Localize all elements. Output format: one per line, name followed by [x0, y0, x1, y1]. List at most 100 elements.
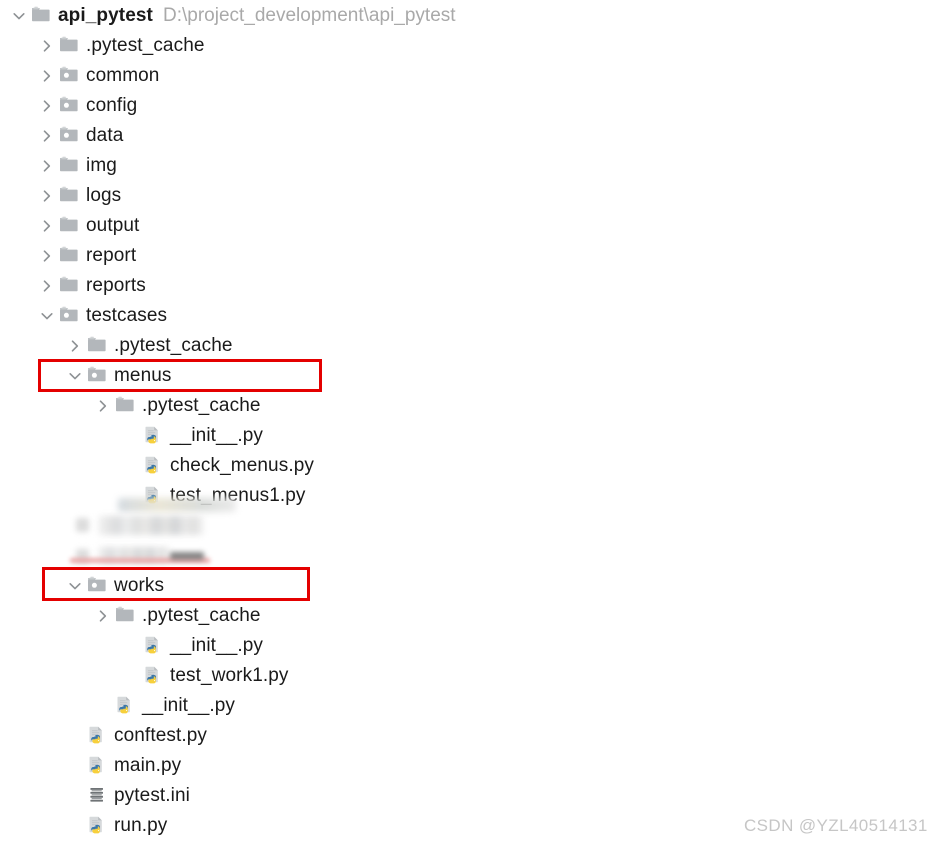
chevron-right-icon[interactable] — [36, 121, 58, 151]
indent-spacer — [0, 226, 36, 227]
tree-row[interactable]: .pytest_cache — [0, 331, 931, 361]
tree-row[interactable]: .pytest_cache — [0, 391, 931, 421]
tree-row[interactable]: .pytest_cache — [0, 601, 931, 631]
source-folder-icon — [86, 571, 110, 601]
chevron-right-icon[interactable] — [64, 331, 86, 361]
source-folder-icon — [58, 301, 82, 331]
watermark-label: CSDN @YZL40514131 — [744, 816, 928, 835]
tree-row[interactable]: works — [0, 571, 931, 601]
tree-item-label: data — [86, 125, 124, 146]
tree-item-label: common — [86, 65, 160, 86]
indent-spacer — [0, 496, 120, 497]
twisty-placeholder — [120, 631, 142, 661]
redacted-dark-smear — [170, 552, 204, 560]
tree-row[interactable]: report — [0, 241, 931, 271]
python-file-icon — [86, 811, 110, 841]
tree-row[interactable]: output — [0, 211, 931, 241]
chevron-right-icon[interactable] — [36, 271, 58, 301]
tree-row[interactable]: test_work1.py — [0, 661, 931, 691]
twisty-placeholder — [120, 661, 142, 691]
chevron-right-icon[interactable] — [36, 241, 58, 271]
indent-spacer — [0, 796, 64, 797]
indent-spacer — [0, 466, 120, 467]
indent-spacer — [0, 76, 36, 77]
tree-row[interactable]: logs — [0, 181, 931, 211]
tree-item-label: reports — [86, 275, 146, 296]
tree-item-label: main.py — [114, 755, 182, 776]
folder-icon — [114, 391, 138, 421]
folder-icon — [30, 1, 54, 31]
chevron-down-icon[interactable] — [36, 301, 58, 331]
tree-row[interactable]: menus — [0, 361, 931, 391]
chevron-right-icon[interactable] — [92, 391, 114, 421]
tree-row[interactable]: data — [0, 121, 931, 151]
chevron-right-icon[interactable] — [36, 61, 58, 91]
tree-row[interactable]: __init__.py — [0, 421, 931, 451]
python-file-icon — [142, 451, 166, 481]
chevron-down-icon[interactable] — [8, 1, 30, 31]
tree-item-label: __init__.py — [142, 695, 236, 716]
tree-row[interactable]: api_pytest D:\project_development\api_pyt… — [0, 1, 931, 31]
tree-item-label: conftest.py — [114, 725, 207, 746]
twisty-placeholder — [92, 691, 114, 721]
tree-item-label: menus — [114, 365, 172, 386]
tree-item-label: report — [86, 245, 137, 266]
indent-spacer — [0, 706, 92, 707]
chevron-right-icon[interactable] — [36, 181, 58, 211]
chevron-right-icon[interactable] — [36, 211, 58, 241]
tree-row[interactable]: config — [0, 91, 931, 121]
indent-spacer — [0, 676, 120, 677]
python-file-icon — [114, 691, 138, 721]
tree-item-label: __init__.py — [170, 635, 264, 656]
indent-spacer — [0, 256, 36, 257]
indent-spacer — [0, 616, 92, 617]
folder-icon — [58, 211, 82, 241]
folder-icon — [114, 601, 138, 631]
indent-spacer — [0, 16, 8, 17]
source-folder-icon — [86, 361, 110, 391]
indent-spacer — [0, 106, 36, 107]
tree-row[interactable]: main.py — [0, 751, 931, 781]
chevron-right-icon[interactable] — [36, 151, 58, 181]
twisty-placeholder — [64, 721, 86, 751]
indent-spacer — [0, 196, 36, 197]
chevron-right-icon[interactable] — [36, 31, 58, 61]
python-file-icon — [86, 751, 110, 781]
indent-spacer — [0, 586, 64, 587]
indent-spacer — [0, 376, 64, 377]
tree-item-label: pytest.ini — [114, 785, 190, 806]
chevron-right-icon[interactable] — [36, 91, 58, 121]
tree-row[interactable]: conftest.py — [0, 721, 931, 751]
tree-item-label: .pytest_cache — [86, 35, 205, 56]
source-folder-icon — [58, 91, 82, 121]
chevron-down-icon[interactable] — [64, 361, 86, 391]
tree-row[interactable]: reports — [0, 271, 931, 301]
twisty-placeholder — [64, 781, 86, 811]
tree-row[interactable]: .pytest_cache — [0, 31, 931, 61]
indent-spacer — [0, 286, 36, 287]
tree-item-label: config — [86, 95, 138, 116]
tree-row[interactable]: __init__.py — [0, 631, 931, 661]
tree-row[interactable]: check_menus.py — [0, 451, 931, 481]
chevron-down-icon[interactable] — [64, 571, 86, 601]
tree-row[interactable]: testcases — [0, 301, 931, 331]
tree-row[interactable]: __init__.py — [0, 691, 931, 721]
folder-icon — [58, 241, 82, 271]
chevron-right-icon[interactable] — [92, 601, 114, 631]
indent-spacer — [0, 316, 36, 317]
tree-item-label: __init__.py — [170, 425, 264, 446]
python-file-icon — [86, 721, 110, 751]
tree-row[interactable]: common — [0, 61, 931, 91]
tree-row[interactable]: img — [0, 151, 931, 181]
tree-row[interactable]: pytest.ini — [0, 781, 931, 811]
indent-spacer — [0, 436, 120, 437]
redacted-icon-block — [76, 518, 89, 532]
twisty-placeholder — [64, 751, 86, 781]
folder-icon — [86, 331, 110, 361]
tree-item-label: img — [86, 155, 117, 176]
tree-item-label: api_pytest — [58, 5, 153, 26]
tree-item-label: test_work1.py — [170, 665, 289, 686]
folder-icon — [58, 151, 82, 181]
indent-spacer — [0, 826, 64, 827]
tree-item-label: .pytest_cache — [114, 335, 233, 356]
